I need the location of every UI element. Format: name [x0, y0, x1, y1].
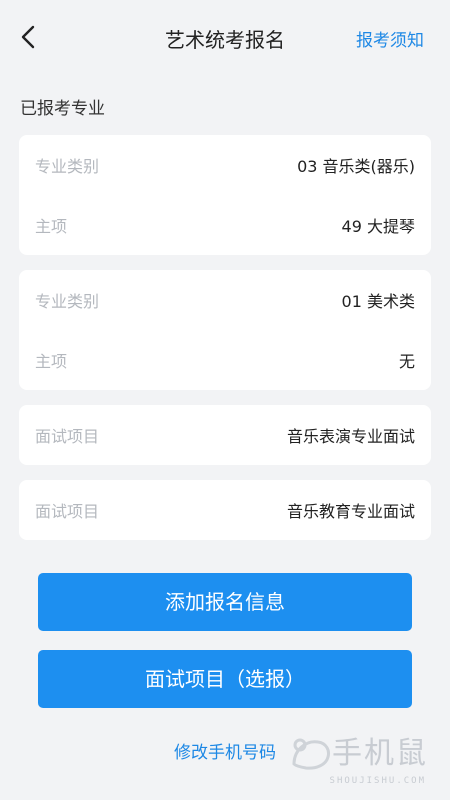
- change-phone-link[interactable]: 修改手机号码: [174, 743, 276, 763]
- row-value: 03 音乐类(器乐): [297, 157, 415, 176]
- back-button[interactable]: [14, 22, 44, 52]
- major-category-row: 专业类别 01 美术类: [19, 270, 431, 330]
- row-label: 面试项目: [35, 502, 100, 521]
- page: 艺术统考报名 报考须知 已报考专业 专业类别 03 音乐类(器乐) 主项 49 …: [0, 0, 450, 800]
- major-card-1: 专业类别 03 音乐类(器乐) 主项 49 大提琴: [19, 135, 431, 255]
- major-card-2: 专业类别 01 美术类 主项 无: [19, 270, 431, 390]
- interview-card-2: 面试项目 音乐教育专业面试: [19, 480, 431, 540]
- interview-optional-button[interactable]: 面试项目（选报）: [38, 650, 412, 708]
- registration-notice-link[interactable]: 报考须知: [356, 26, 424, 51]
- interview-item-row: 面试项目 音乐教育专业面试: [19, 480, 431, 540]
- row-label: 专业类别: [35, 157, 100, 176]
- row-label: 专业类别: [35, 292, 100, 311]
- interview-item-row: 面试项目 音乐表演专业面试: [19, 405, 431, 465]
- watermark-brand: 手机鼠: [332, 736, 428, 771]
- main-item-row: 主项 49 大提琴: [19, 195, 431, 255]
- row-label: 主项: [35, 352, 68, 371]
- row-value: 无: [398, 352, 415, 371]
- interview-card-1: 面试项目 音乐表演专业面试: [19, 405, 431, 465]
- row-value: 49 大提琴: [341, 217, 415, 236]
- row-label: 主项: [35, 217, 68, 236]
- header: 艺术统考报名 报考须知: [0, 0, 450, 74]
- row-value: 音乐教育专业面试: [286, 502, 415, 521]
- chevron-left-icon: [21, 25, 35, 49]
- row-value: 01 美术类: [341, 292, 415, 311]
- main-item-row: 主项 无: [19, 330, 431, 390]
- section-label-registered-majors: 已报考专业: [20, 99, 105, 119]
- row-label: 面试项目: [35, 427, 100, 446]
- mouse-logo-icon: [288, 734, 332, 778]
- add-registration-button[interactable]: 添加报名信息: [38, 573, 412, 631]
- watermark-domain: SHOUJISHU.COM: [329, 776, 426, 786]
- row-value: 音乐表演专业面试: [286, 427, 415, 446]
- major-category-row: 专业类别 03 音乐类(器乐): [19, 135, 431, 195]
